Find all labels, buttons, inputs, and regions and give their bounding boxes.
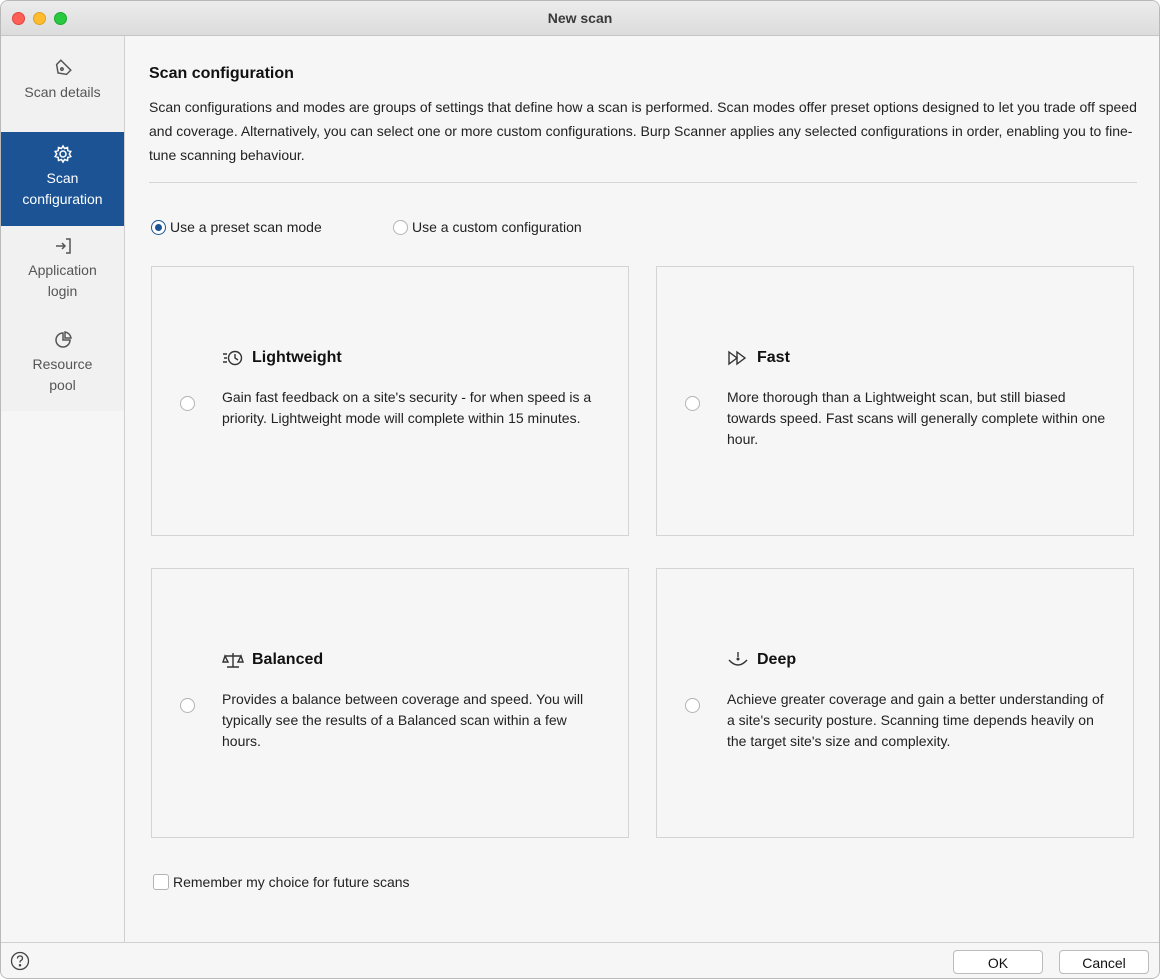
sidebar: Scan details Scan configuration Applicat…: [1, 36, 125, 942]
login-icon: [55, 238, 71, 254]
card-title-text: Lightweight: [252, 349, 342, 366]
sidebar-item-scan-configuration[interactable]: Scan configuration: [1, 132, 124, 226]
fast-radio[interactable]: [685, 396, 700, 411]
main-panel: Scan configuration Scan configurations a…: [125, 36, 1159, 942]
checkbox-label: Remember my choice for future scans: [173, 874, 410, 891]
help-icon[interactable]: [10, 951, 30, 971]
radio-label: Use a custom configuration: [412, 219, 582, 236]
sidebar-item-scan-details[interactable]: Scan details: [1, 58, 124, 118]
radio-label: Use a preset scan mode: [170, 219, 322, 236]
description: Scan configurations and modes are groups…: [149, 99, 1137, 163]
divider: [149, 182, 1137, 183]
sidebar-item-label: Resource pool: [32, 356, 93, 393]
preset-scan-mode-radio[interactable]: Use a preset scan mode: [151, 218, 322, 235]
pie-chart-icon: [54, 331, 72, 348]
radio-button[interactable]: [151, 219, 166, 235]
title-bar: New scan: [1, 1, 1159, 36]
card-lightweight[interactable]: Lightweight Gain fast feedback on a site…: [151, 266, 629, 536]
card-title: Fast: [727, 349, 790, 367]
scales-icon: [222, 653, 244, 668]
card-title-text: Deep: [757, 651, 797, 668]
card-title-text: Balanced: [252, 651, 324, 668]
custom-configuration-radio[interactable]: Use a custom configuration: [393, 218, 582, 235]
balanced-radio[interactable]: [180, 698, 195, 713]
sidebar-item-label: Scan details: [24, 84, 101, 100]
card-title-text: Fast: [757, 349, 790, 366]
fast-forward-icon: [728, 350, 747, 366]
sidebar-item-label: Scan configuration: [22, 170, 103, 207]
card-title: Balanced: [222, 651, 323, 669]
new-scan-dialog: New scan Scan details Scan configuration…: [0, 0, 1160, 979]
gear-icon: [53, 144, 72, 164]
card-title: Lightweight: [222, 349, 342, 367]
card-fast[interactable]: Fast More thorough than a Lightweight sc…: [656, 266, 1134, 536]
card-deep[interactable]: Deep Achieve greater coverage and gain a…: [656, 568, 1134, 838]
sidebar-item-resource-pool[interactable]: Resource pool: [1, 330, 124, 404]
card-balanced[interactable]: Balanced Provides a balance between cove…: [151, 568, 629, 838]
sidebar-item-application-login[interactable]: Application login: [1, 236, 124, 310]
sidebar-background: [1, 411, 124, 942]
card-description: Achieve greater coverage and gain a bett…: [727, 691, 1104, 749]
checkbox[interactable]: [153, 874, 169, 891]
card-description: More thorough than a Lightweight scan, b…: [727, 389, 1106, 447]
card-description: Gain fast feedback on a site's security …: [222, 389, 592, 426]
radio-button[interactable]: [393, 219, 408, 235]
card-description: Provides a balance between coverage and …: [222, 691, 584, 749]
sidebar-item-label: Application login: [28, 262, 97, 299]
footer: OK Cancel: [1, 942, 1159, 978]
clock-speed-icon: [223, 350, 243, 366]
cancel-button[interactable]: Cancel: [1059, 950, 1149, 974]
page-title: Scan configuration: [149, 65, 294, 82]
dive-icon: [728, 652, 748, 666]
lightweight-radio[interactable]: [180, 396, 195, 411]
tag-icon: [55, 59, 72, 76]
deep-radio[interactable]: [685, 698, 700, 713]
window-title: New scan: [547, 10, 613, 26]
remember-choice-checkbox[interactable]: Remember my choice for future scans: [153, 873, 410, 891]
card-title: Deep: [727, 651, 796, 669]
ok-button[interactable]: OK: [953, 950, 1043, 974]
